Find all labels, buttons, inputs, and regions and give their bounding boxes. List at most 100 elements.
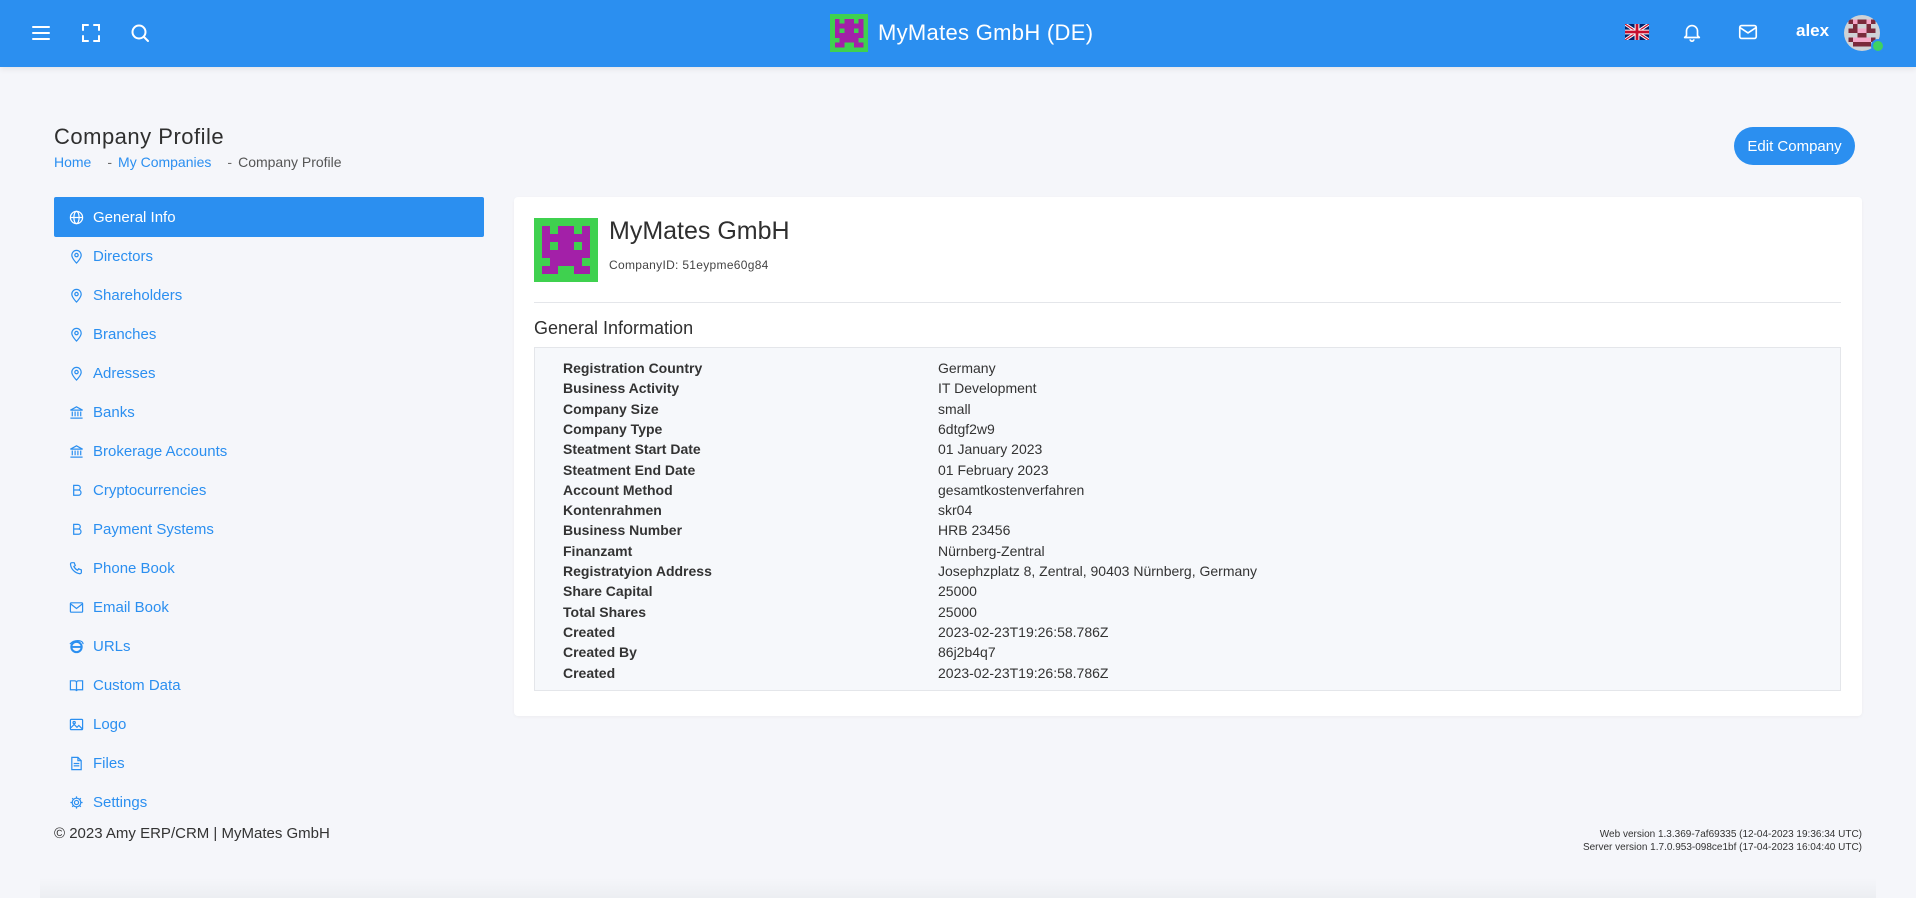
breadcrumb-my-companies[interactable]: My Companies	[118, 154, 211, 170]
info-value: Germany	[938, 360, 996, 376]
sidebar-item-label: Files	[93, 755, 125, 772]
brand[interactable]: MyMates GmbH (DE)	[830, 14, 1093, 52]
bottom-edge	[40, 878, 1876, 898]
divider	[534, 302, 1841, 303]
bell-icon[interactable]	[1681, 21, 1703, 43]
info-row: Kontenrahmen skr04	[563, 502, 972, 522]
info-value: 25000	[938, 603, 977, 620]
uk-flag-icon[interactable]	[1625, 24, 1649, 40]
sidebar-item-general-info[interactable]: General Info	[54, 197, 484, 237]
bank-icon	[68, 444, 84, 460]
sidebar-item-label: Adresses	[93, 365, 156, 382]
info-row: Business Number HRB 23456	[563, 522, 1010, 542]
info-row: Total Shares 25000	[563, 604, 977, 624]
file-icon	[68, 756, 84, 772]
online-status-dot	[1871, 39, 1885, 53]
info-label: Total Shares	[563, 603, 646, 620]
info-row: Business Activity IT Development	[563, 380, 1037, 400]
general-info-table: Registration Country Germany Business Act…	[534, 347, 1841, 691]
info-label: Steatment End Date	[563, 461, 696, 478]
info-label: Company Size	[563, 400, 659, 417]
edit-company-button[interactable]: Edit Company	[1734, 127, 1855, 165]
sidebar-item-label: Branches	[93, 326, 157, 343]
menu-icon[interactable]	[29, 21, 53, 45]
info-label: Account Method	[563, 481, 673, 498]
info-value: Nürnberg-Zentral	[938, 542, 1045, 559]
breadcrumb: Home - My Companies - Company Profile	[54, 154, 342, 170]
sidebar-item-urls[interactable]: URLs	[54, 627, 484, 666]
fullscreen-icon[interactable]	[79, 21, 103, 45]
sidebar-item-settings[interactable]: Settings	[54, 783, 484, 822]
info-value: 86j2b4q7	[938, 644, 996, 661]
info-row: Created 2023-02-23T19:26:58.786Z	[563, 665, 1108, 685]
bitcoin-icon	[68, 522, 84, 538]
bitcoin-icon	[68, 483, 84, 499]
sidebar-item-directors[interactable]: Directors	[54, 237, 484, 276]
map-pin-icon	[68, 249, 84, 265]
company-logo-icon	[830, 14, 868, 52]
info-value: small	[938, 400, 971, 417]
page-title: Company Profile	[54, 124, 225, 149]
info-value: 2023-02-23T19:26:58.786Z	[938, 664, 1109, 681]
sidebar-item-label: Cryptocurrencies	[93, 482, 207, 499]
mail-icon	[68, 600, 84, 616]
sidebar-item-shareholders[interactable]: Shareholders	[54, 276, 484, 315]
company-logo	[534, 218, 598, 282]
app-title: MyMates GmbH (DE)	[878, 20, 1094, 45]
info-value: IT Development	[938, 380, 1037, 397]
breadcrumb-separator: -	[107, 154, 113, 170]
sidebar-item-banks[interactable]: Banks	[54, 393, 484, 432]
sidebar-item-label: Logo	[93, 716, 127, 733]
user-name[interactable]: alex	[1796, 21, 1829, 41]
sidebar-item-label: Brokerage Accounts	[93, 443, 228, 460]
company-id: CompanyID: 51eypme60g84	[609, 258, 769, 272]
sidebar-item-label: Phone Book	[93, 560, 175, 577]
info-value: HRB 23456	[938, 522, 1011, 539]
info-value: 6dtgf2w9	[938, 420, 995, 437]
info-value: gesamtkostenverfahren	[938, 481, 1085, 498]
info-value: Josephzplatz 8, Zentral, 90403 Nürnberg,…	[938, 563, 1258, 579]
gear-icon	[68, 795, 84, 811]
sidebar-item-brokerage-accounts[interactable]: Brokerage Accounts	[54, 432, 484, 471]
info-label: Steatment Start Date	[563, 441, 701, 458]
info-row: Company Type 6dtgf2w9	[563, 421, 995, 441]
map-pin-icon	[68, 327, 84, 343]
breadcrumb-home[interactable]: Home	[54, 154, 91, 170]
info-label: Created By	[563, 644, 637, 661]
sidebar-item-payment-systems[interactable]: Payment Systems	[54, 510, 484, 549]
info-value: 2023-02-23T19:26:58.786Z	[938, 623, 1109, 640]
sidebar-item-email-book[interactable]: Email Book	[54, 588, 484, 627]
footer-versions: Web version 1.3.369-7af69335 (12-04-2023…	[1583, 828, 1862, 854]
info-label: Registration Country	[563, 360, 703, 376]
info-row: Steatment End Date 01 February 2023	[563, 462, 1049, 482]
sidebar-item-phone-book[interactable]: Phone Book	[54, 549, 484, 588]
section-title: General Information	[534, 318, 694, 338]
sidebar-item-label: General Info	[93, 208, 176, 226]
sidebar-item-branches[interactable]: Branches	[54, 315, 484, 354]
info-label: Company Type	[563, 420, 663, 437]
sidebar-item-adresses[interactable]: Adresses	[54, 354, 484, 393]
map-pin-icon	[68, 366, 84, 382]
info-value: 01 January 2023	[938, 441, 1043, 458]
info-label: Kontenrahmen	[563, 502, 662, 519]
info-row: Registration Country Germany	[563, 360, 996, 380]
sidebar-item-cryptocurrencies[interactable]: Cryptocurrencies	[54, 471, 484, 510]
info-label: Share Capital	[563, 583, 653, 600]
image-icon	[68, 717, 84, 733]
sidebar-item-logo[interactable]: Logo	[54, 705, 484, 744]
top-navbar: MyMates GmbH (DE) alex	[0, 0, 1916, 67]
sidebar-item-label: Banks	[93, 404, 135, 421]
mail-icon[interactable]	[1737, 21, 1759, 43]
info-value: 01 February 2023	[938, 461, 1049, 478]
sidebar: General Info Directors Shareholders Bran…	[54, 197, 484, 822]
info-row: Account Method gesamtkostenverfahren	[563, 482, 1084, 502]
breadcrumb-current: Company Profile	[238, 154, 342, 170]
company-card: MyMates GmbH CompanyID: 51eypme60g84 Gen…	[514, 197, 1862, 716]
sidebar-item-files[interactable]: Files	[54, 744, 484, 783]
book-icon	[68, 678, 84, 694]
info-row: Company Size small	[563, 401, 971, 421]
sidebar-item-custom-data[interactable]: Custom Data	[54, 666, 484, 705]
globe-icon	[68, 209, 84, 225]
search-icon[interactable]	[128, 21, 152, 45]
map-pin-icon	[68, 288, 84, 304]
